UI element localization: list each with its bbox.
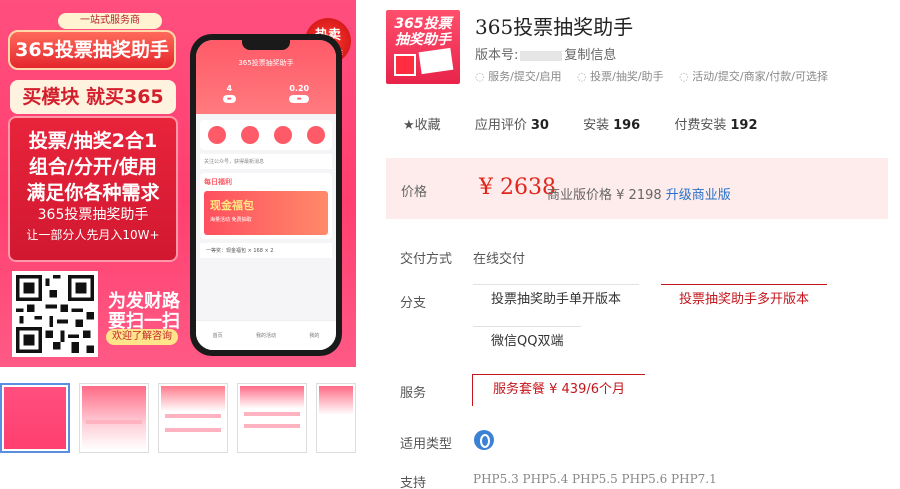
app-tabbar: 首页 我的活动 我的 bbox=[196, 320, 336, 350]
stats-row: ★收藏 应用评价 30 安装 196 付费安装 192 bbox=[403, 114, 788, 133]
upgrade-link[interactable]: 升级商业版 bbox=[666, 188, 731, 203]
delivery-value: 在线交付 bbox=[473, 252, 526, 267]
lottery-icon bbox=[273, 126, 292, 144]
cash-banner: 现金福包 海量活动 免费抽取 bbox=[204, 191, 328, 235]
copy-info-link[interactable]: 复制信息 bbox=[564, 48, 616, 63]
app-title: 365投票抽奖助手 bbox=[238, 59, 294, 67]
tag-item: 服务/提交/启用 bbox=[475, 70, 562, 83]
version-value bbox=[520, 50, 563, 61]
service-label: 服务 bbox=[400, 386, 427, 401]
applicable-label: 适用类型 bbox=[400, 437, 453, 452]
phone-notch bbox=[242, 40, 290, 50]
mini-program-icon bbox=[474, 430, 494, 450]
app-header: 365投票抽奖助手 4 ▬ 0.20 ▬ bbox=[196, 40, 336, 114]
app-logo: 365投票 抽奖助手 bbox=[386, 10, 460, 84]
feature-line: 组合/分开/使用 bbox=[29, 156, 157, 178]
daily-title: 每日福利 bbox=[204, 178, 232, 186]
app-menu bbox=[200, 120, 332, 150]
phone-screen: 365投票抽奖助手 4 ▬ 0.20 ▬ 关注公众号，获得最新消息 每日福利 现金福… bbox=[196, 40, 336, 350]
logo-text: 抽奖助手 bbox=[395, 32, 451, 48]
rating-stat[interactable]: 应用评价 30 bbox=[475, 118, 549, 133]
price-amount: ¥ 2638 bbox=[479, 175, 556, 200]
install-stat: 安装 196 bbox=[583, 118, 641, 133]
tab-activities: 我的活动 bbox=[255, 333, 276, 339]
support-label: 支持 bbox=[400, 476, 427, 489]
branch-label: 分支 bbox=[400, 296, 427, 311]
branch-option-multi[interactable]: 投票抽奖助手多开版本 bbox=[661, 284, 828, 316]
product-title: 365投票抽奖助手 bbox=[475, 15, 634, 39]
thumbnail[interactable] bbox=[0, 383, 70, 453]
tags-row: 服务/提交/启用 投票/抽奖/助手 活动/提交/商家/付款/可选择 bbox=[475, 68, 840, 84]
ticket-icon bbox=[418, 47, 454, 75]
thumbnail[interactable] bbox=[237, 383, 307, 453]
consult-badge: 欢迎了解咨询 bbox=[106, 329, 178, 345]
service-package-option[interactable]: 服务套餐 ¥ 439/6个月 bbox=[472, 374, 645, 406]
product-main-image: 一站式服务商 365投票抽奖助手 热卖 HOT SALE 买模块 就买365 投… bbox=[0, 0, 356, 367]
gift-icon bbox=[207, 126, 226, 144]
logo-text: 365投票 bbox=[394, 16, 452, 32]
gift-icon bbox=[394, 54, 416, 76]
feature-line: 满足你各种需求 bbox=[26, 182, 160, 204]
app-stats: 4 ▬ 0.20 ▬ bbox=[196, 84, 336, 103]
thumbnail[interactable] bbox=[316, 383, 356, 453]
thumbnail[interactable] bbox=[79, 383, 149, 453]
daily-card: 每日福利 现金福包 海量活动 免费抽取 bbox=[200, 173, 332, 239]
delivery-label: 交付方式 bbox=[400, 252, 453, 267]
thumbnail[interactable] bbox=[158, 383, 228, 453]
feature-subtitle: 365投票抽奖助手 bbox=[37, 207, 149, 223]
phone-mockup: 365投票抽奖助手 4 ▬ 0.20 ▬ 关注公众号，获得最新消息 每日福利 现金福… bbox=[190, 34, 342, 356]
paid-install-stat: 付费安装 192 bbox=[674, 118, 758, 133]
qr-code bbox=[12, 271, 98, 357]
tag-item: 活动/提交/商家/付款/可选择 bbox=[679, 70, 828, 83]
prize-line: 一等奖：现金福包 × 168 × 2 bbox=[200, 243, 332, 258]
support-value: PHP5.3 PHP5.4 PHP5.5 PHP5.6 PHP7.1 bbox=[473, 472, 717, 486]
feature-panel: 投票/抽奖2合1 组合/分开/使用 满足你各种需求 365投票抽奖助手 让一部分… bbox=[8, 116, 178, 262]
vote-icon bbox=[240, 126, 259, 144]
feature-tagline: 让一部分人先月入10W+ bbox=[26, 228, 160, 242]
branch-option-single[interactable]: 投票抽奖助手单开版本 bbox=[473, 284, 640, 316]
thumbnail-strip bbox=[0, 383, 356, 455]
favorite-button[interactable]: ★收藏 bbox=[403, 118, 441, 133]
price-box: 价格 ¥ 2638 商业版价格 ¥ 2198 升级商业版 bbox=[386, 158, 888, 219]
app-notice: 关注公众号，获得最新消息 bbox=[200, 154, 332, 169]
app-stat: 0.20 ▬ bbox=[289, 84, 310, 103]
hero-title: 365投票抽奖助手 bbox=[8, 30, 176, 70]
branch-option-wechat-qq[interactable]: 微信QQ双端 bbox=[473, 326, 582, 358]
app-stat: 4 ▬ bbox=[222, 84, 236, 103]
version-row: 版本号: 复制信息 bbox=[475, 44, 616, 63]
tab-home: 首页 bbox=[212, 333, 223, 339]
service-ribbon: 一站式服务商 bbox=[58, 13, 162, 29]
version-label: 版本号: bbox=[475, 48, 519, 63]
feature-line: 投票/抽奖2合1 bbox=[28, 130, 158, 152]
tab-mine: 我的 bbox=[309, 333, 320, 339]
tag-item: 投票/抽奖/助手 bbox=[577, 70, 664, 83]
business-price: 商业版价格 ¥ 2198 升级商业版 bbox=[547, 188, 731, 203]
star-icon: ★ bbox=[403, 118, 415, 133]
mall-icon bbox=[306, 126, 325, 144]
hero-slogan: 买模块 就买365 bbox=[10, 80, 176, 114]
price-label: 价格 bbox=[401, 185, 428, 200]
